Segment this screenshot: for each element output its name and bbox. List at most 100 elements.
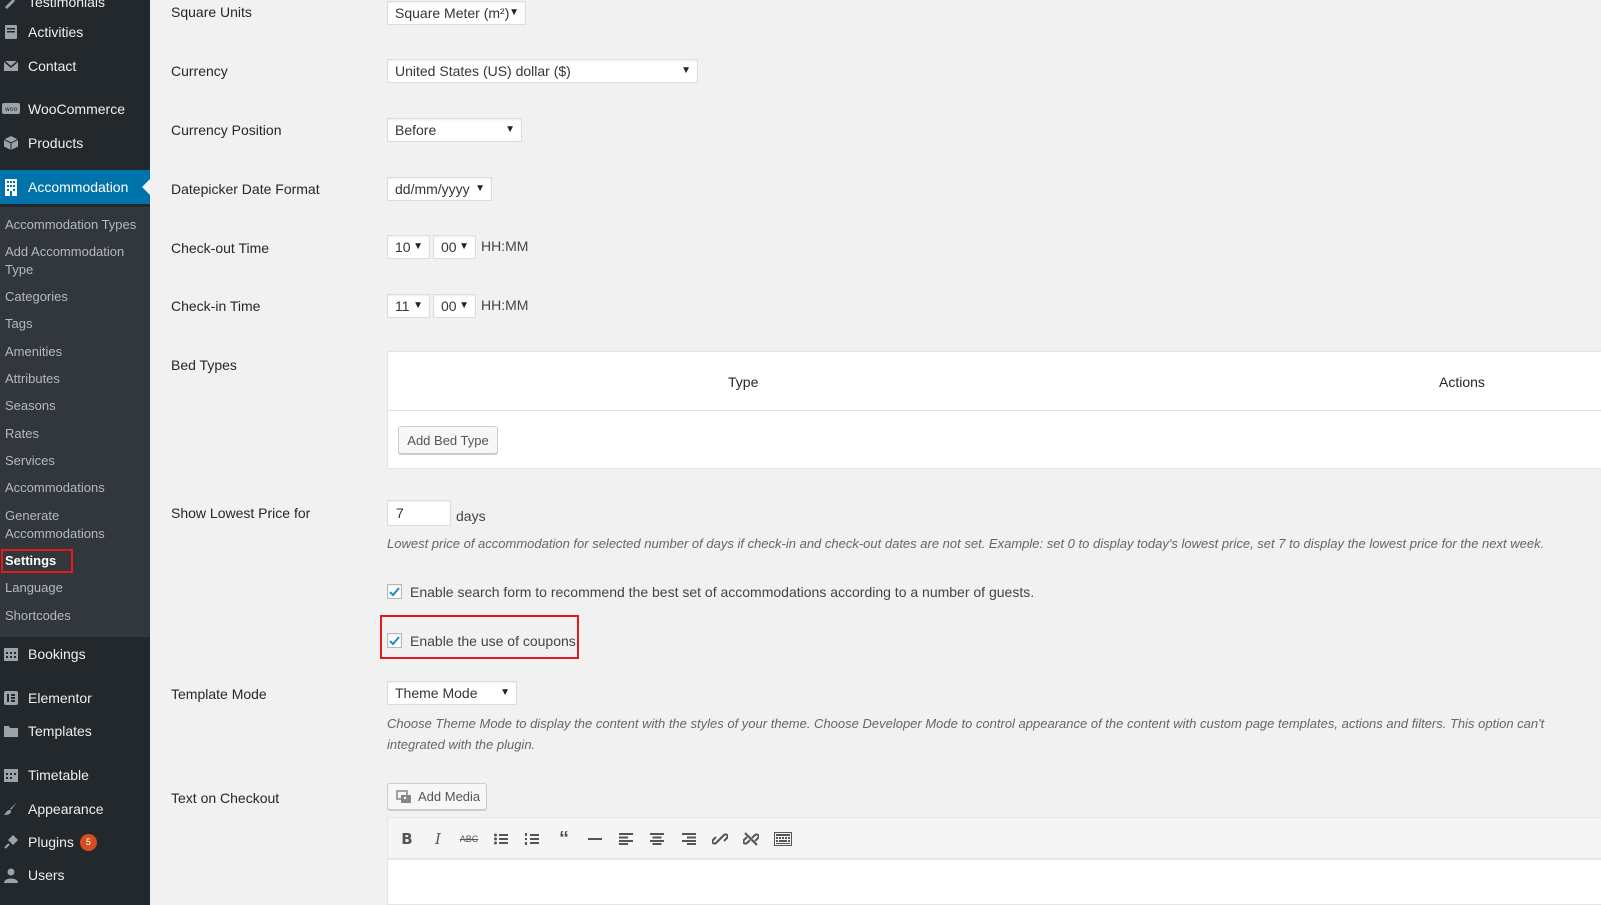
menu-label: Bookings	[28, 646, 86, 662]
menu-item-accommodation[interactable]: Accommodation	[0, 170, 150, 204]
menu-label: Products	[28, 135, 84, 151]
submenu-item-generate-accommodations[interactable]: Generate Accommodations	[5, 507, 135, 543]
menu-item-bookings[interactable]: Bookings	[0, 637, 150, 671]
submenu-item-seasons[interactable]: Seasons	[5, 397, 145, 415]
submenu-item-services[interactable]: Services	[5, 452, 145, 470]
bullet-list-icon[interactable]	[490, 828, 512, 850]
add-media-button[interactable]: Add Media	[387, 783, 487, 810]
date-format-select[interactable]: dd/mm/yyyy ▼	[387, 177, 492, 201]
menu-label: Contact	[28, 58, 77, 74]
dropdown-arrow-icon: ▼	[500, 687, 510, 698]
menu-label: Testimonials	[28, 0, 106, 10]
menu-item-activities[interactable]: Activities	[0, 15, 150, 49]
square-units-label: Square Units	[171, 4, 252, 20]
lowest-price-unit: days	[456, 508, 486, 524]
select-value: Theme Mode	[395, 685, 478, 701]
square-units-select[interactable]: Square Meter (m²) ▼	[387, 1, 526, 25]
currency-select[interactable]: United States (US) dollar ($) ▼	[387, 59, 698, 83]
menu-item-contact[interactable]: Contact	[0, 49, 150, 83]
checkout-minute-select[interactable]: 00 ▼	[433, 235, 476, 259]
settings-highlight-box	[1, 549, 73, 573]
numbered-list-icon[interactable]	[521, 828, 543, 850]
menu-item-elementor[interactable]: Elementor	[0, 681, 150, 715]
dropdown-arrow-icon: ▼	[509, 7, 519, 18]
submenu-item-accommodations[interactable]: Accommodations	[5, 479, 145, 497]
menu-item-products[interactable]: Products	[0, 126, 150, 160]
checkin-time-format-hint: HH:MM	[481, 297, 529, 313]
calendar-icon	[2, 766, 20, 784]
menu-label: Users	[28, 867, 65, 883]
select-value: 00	[441, 298, 457, 314]
checkin-minute-select[interactable]: 00 ▼	[433, 294, 476, 318]
users-icon	[2, 866, 20, 884]
menu-item-templates[interactable]: Templates	[0, 714, 150, 748]
align-center-icon[interactable]	[646, 828, 668, 850]
menu-label: Activities	[28, 24, 84, 40]
dropdown-arrow-icon: ▼	[681, 65, 691, 76]
select-value: dd/mm/yyyy	[395, 181, 470, 197]
currency-position-select[interactable]: Before ▼	[387, 118, 522, 142]
submenu-item-rates[interactable]: Rates	[5, 425, 145, 443]
column-header-actions: Actions	[1439, 374, 1485, 390]
paintbrush-icon	[2, 800, 20, 818]
dropdown-arrow-icon: ▼	[505, 124, 515, 135]
template-mode-description-line1: Choose Theme Mode to display the content…	[387, 716, 1545, 731]
submenu-item-shortcodes[interactable]: Shortcodes	[5, 607, 145, 625]
submenu-item-tags[interactable]: Tags	[5, 315, 145, 333]
submenu-item-amenities[interactable]: Amenities	[5, 343, 145, 361]
lowest-price-label: Show Lowest Price for	[171, 505, 311, 521]
submenu-item-language[interactable]: Language	[5, 579, 145, 597]
calendar-icon	[2, 645, 20, 663]
mail-icon	[2, 57, 20, 75]
menu-item-woocommerce[interactable]: woo WooCommerce	[0, 92, 150, 126]
strikethrough-icon[interactable]: ABC	[458, 828, 480, 850]
submenu-item-accommodation-types[interactable]: Accommodation Types	[5, 216, 145, 234]
menu-label: Plugins	[28, 834, 74, 850]
box-icon	[2, 134, 20, 152]
align-right-icon[interactable]	[678, 828, 700, 850]
menu-item-users[interactable]: Users	[0, 858, 150, 892]
menu-label: Elementor	[28, 690, 92, 706]
search-form-checkbox[interactable]	[387, 584, 402, 599]
bed-types-table-header: Type Actions	[388, 352, 1601, 411]
testimonials-icon	[2, 0, 20, 11]
italic-icon[interactable]: I	[427, 828, 449, 850]
submenu-item-attributes[interactable]: Attributes	[5, 370, 145, 388]
menu-item-appearance[interactable]: Appearance	[0, 792, 150, 826]
checkout-hour-select[interactable]: 10 ▼	[387, 235, 430, 259]
admin-sidebar: Testimonials Activities Contact woo WooC…	[0, 0, 150, 905]
add-bed-type-button[interactable]: Add Bed Type	[398, 426, 498, 454]
checkmark-icon	[389, 636, 400, 646]
blockquote-icon[interactable]: “	[553, 828, 575, 850]
column-header-type: Type	[728, 374, 759, 390]
media-icon	[396, 789, 411, 803]
select-value: 11	[395, 298, 410, 314]
checkin-hour-select[interactable]: 11 ▼	[387, 294, 430, 318]
dropdown-arrow-icon: ▼	[459, 300, 469, 311]
menu-label: Accommodation	[28, 179, 129, 195]
align-left-icon[interactable]	[615, 828, 637, 850]
menu-item-plugins[interactable]: Plugins 5	[0, 825, 150, 859]
folder-icon	[2, 722, 20, 740]
menu-item-timetable[interactable]: Timetable	[0, 758, 150, 792]
menu-label: Appearance	[28, 801, 104, 817]
submenu-item-add-accommodation-type[interactable]: Add Accommodation Type	[5, 243, 145, 279]
submenu-item-categories[interactable]: Categories	[5, 288, 145, 306]
activities-icon	[2, 23, 20, 41]
currency-label: Currency	[171, 63, 228, 79]
lowest-price-description: Lowest price of accommodation for select…	[387, 536, 1545, 551]
link-icon[interactable]	[709, 828, 731, 850]
checkout-time-format-hint: HH:MM	[481, 238, 529, 254]
select-value: Before	[395, 122, 437, 138]
toolbar-toggle-icon[interactable]	[772, 828, 794, 850]
template-mode-label: Template Mode	[171, 686, 267, 702]
bold-icon[interactable]: B	[396, 828, 418, 850]
template-mode-select[interactable]: Theme Mode ▼	[387, 681, 517, 705]
select-value: 10	[395, 239, 411, 255]
lowest-price-days-input[interactable]: 7	[387, 500, 451, 526]
horizontal-rule-icon[interactable]	[584, 828, 606, 850]
unlink-icon[interactable]	[740, 828, 762, 850]
svg-text:woo: woo	[5, 106, 18, 113]
checkout-text-editor[interactable]	[387, 859, 1601, 905]
coupons-checkbox[interactable]	[387, 633, 402, 648]
